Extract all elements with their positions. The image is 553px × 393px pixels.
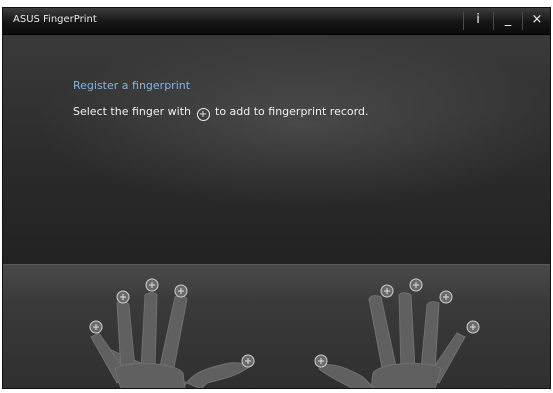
right-hand xyxy=(318,292,466,388)
left-index-finger-button[interactable] xyxy=(174,284,188,298)
instruction-trail: to add to fingerprint record. xyxy=(215,105,369,118)
right-thumb-finger-button[interactable] xyxy=(314,354,328,368)
window-title: ASUS FingerPrint xyxy=(13,14,97,25)
instruction-lead: Select the finger with xyxy=(73,105,191,118)
main-panel: Register a fingerprint Select the finger… xyxy=(3,35,550,264)
hands-panel xyxy=(3,264,550,388)
instruction-text: Select the finger with + to add to finge… xyxy=(73,105,368,121)
close-button[interactable]: × xyxy=(523,8,550,34)
left-ring-finger-button[interactable] xyxy=(116,290,130,304)
right-middle-finger-button[interactable] xyxy=(409,278,423,292)
left-hand xyxy=(90,292,250,388)
title-bar: ASUS FingerPrint i _ × xyxy=(3,8,550,35)
right-little-finger-button[interactable] xyxy=(466,320,480,334)
left-middle-finger-button[interactable] xyxy=(145,278,159,292)
left-thumb-finger-button[interactable] xyxy=(241,354,255,368)
register-heading: Register a fingerprint xyxy=(73,79,191,92)
hands-illustration xyxy=(89,278,480,388)
right-ring-finger-button[interactable] xyxy=(439,290,453,304)
minimize-button[interactable]: _ xyxy=(494,8,522,34)
plus-circle-icon: + xyxy=(196,108,210,121)
left-little-finger-button[interactable] xyxy=(89,320,103,334)
app-window: ASUS FingerPrint i _ × Register a finger… xyxy=(3,8,550,388)
info-button[interactable]: i xyxy=(464,8,492,34)
right-index-finger-button[interactable] xyxy=(380,284,394,298)
